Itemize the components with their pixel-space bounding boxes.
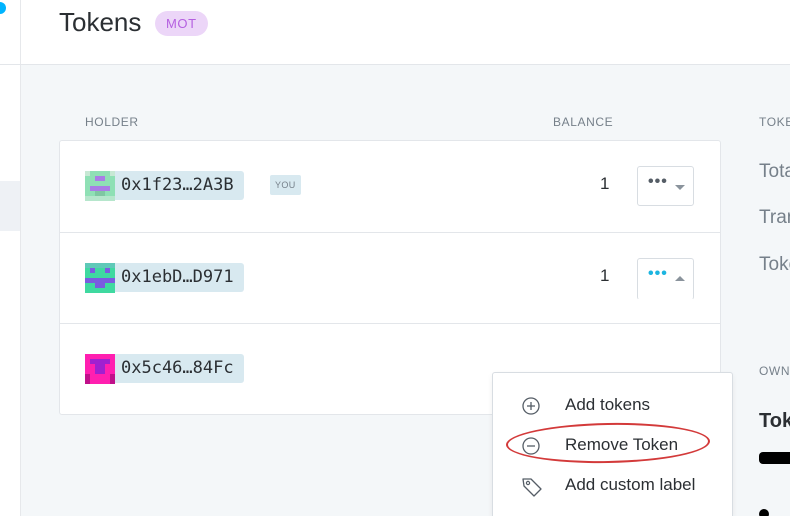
side-panel-label: Toke [759,254,790,275]
row-actions-dropdown: Add tokens Remove Token Add custom label [492,372,733,516]
main-content: HOLDER BALANCE 0x1f23…2A3B YOU 1 ••• 0x1… [21,65,790,516]
table-row: 0x1ebD…D971 1 ••• [60,232,720,323]
menu-item-add-tokens[interactable]: Add tokens [493,385,732,425]
column-header-holder: HOLDER [85,115,139,129]
divider [0,64,21,65]
side-panel-label: Tran [759,207,790,228]
row-actions-button[interactable]: ••• [637,166,694,206]
side-panel-label: Tota [759,161,790,182]
token-symbol-badge: MOT [155,11,208,36]
chevron-down-icon [675,185,685,190]
side-panel-bold-label: Tok [759,410,790,432]
column-header-balance: BALANCE [553,115,614,129]
holder-balance: 1 [600,266,610,285]
side-panel-section-heading: OWN [759,364,790,378]
holder-balance: 1 [600,174,610,193]
more-dots-icon: ••• [648,173,668,190]
chevron-up-icon [675,276,685,281]
holder-address[interactable]: 0x1f23…2A3B [115,171,244,200]
plus-circle-icon [521,396,541,416]
page-title: Tokens [59,7,142,37]
holder-address[interactable]: 0x1ebD…D971 [115,263,244,292]
table-row: 0x1f23…2A3B YOU 1 ••• [60,141,720,232]
menu-item-label: Add tokens [565,395,651,414]
identicon-avatar [85,171,115,201]
side-panel-heading: TOKE [759,115,790,129]
holder-address[interactable]: 0x5c46…84Fc [115,354,244,383]
identicon-avatar [85,263,115,293]
tag-icon [521,476,542,497]
left-nav-rail [0,0,21,516]
identicon-avatar [85,354,115,384]
you-badge: YOU [270,175,301,195]
menu-item-add-custom-label[interactable]: Add custom label [493,465,732,505]
page-header: Tokens MOT [21,0,790,65]
nav-item-active[interactable] [0,181,20,231]
menu-item-label: Add custom label [565,475,696,494]
brand-logo-icon[interactable] [0,2,6,14]
more-dots-icon: ••• [648,265,668,282]
side-panel-bar [759,452,790,464]
row-actions-button-open[interactable]: ••• [637,258,694,300]
holders-table: 0x1f23…2A3B YOU 1 ••• 0x1ebD…D971 1 ••• [59,140,733,516]
side-panel-dot [759,509,769,516]
